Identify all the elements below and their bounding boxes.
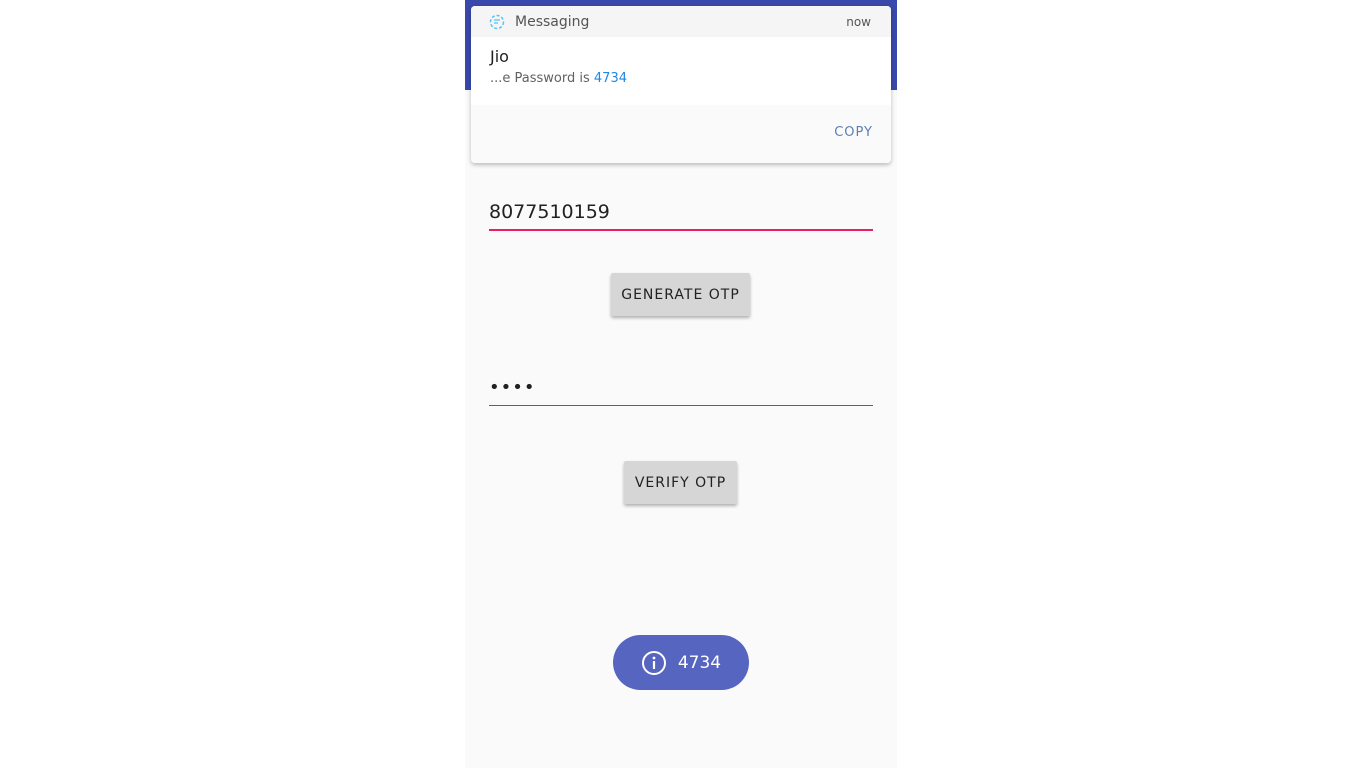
phone-number-input[interactable]: 8077510159 — [489, 198, 873, 231]
notification-header: Messaging now — [471, 6, 891, 37]
notification-body: Jio ...e Password is 4734 — [471, 37, 891, 105]
notification-title: Jio — [490, 47, 509, 66]
otp-input[interactable]: •••• — [489, 374, 873, 406]
verify-otp-button[interactable]: VERIFY OTP — [624, 461, 737, 504]
notification-otp-code: 4734 — [593, 71, 627, 86]
generate-otp-button[interactable]: GENERATE OTP — [611, 273, 750, 316]
notification-actions: COPY — [471, 105, 891, 163]
otp-toast: 4734 — [613, 635, 749, 690]
notification-text: ...e Password is 4734 — [490, 70, 872, 88]
info-icon — [641, 650, 667, 676]
sms-notification[interactable]: Messaging now Jio ...e Password is 4734 … — [471, 6, 891, 163]
notification-app-name: Messaging — [515, 13, 590, 30]
toast-text: 4734 — [677, 652, 722, 673]
app-screen: Messaging now Jio ...e Password is 4734 … — [465, 0, 897, 768]
copy-button[interactable]: COPY — [834, 125, 873, 140]
notification-text-prefix: ...e Password is — [490, 71, 594, 86]
messaging-icon — [489, 14, 505, 30]
notification-time: now — [846, 14, 871, 29]
